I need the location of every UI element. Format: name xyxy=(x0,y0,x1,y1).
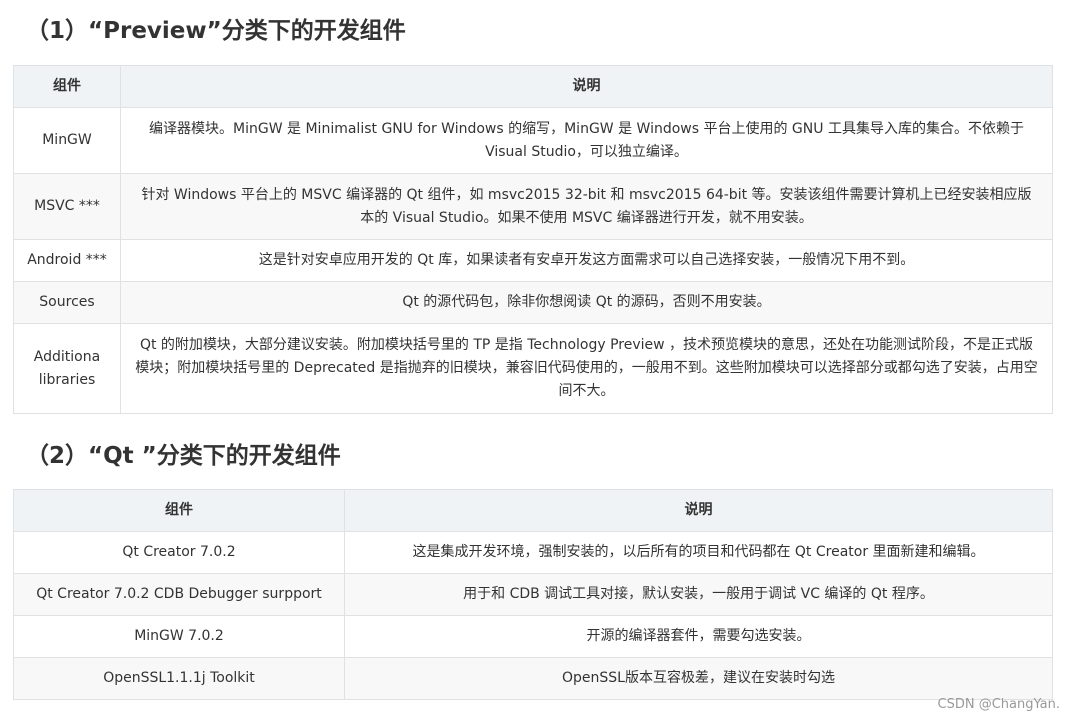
component-description: 用于和 CDB 调试工具对接，默认安装，一般用于调试 VC 编译的 Qt 程序。 xyxy=(344,573,1053,616)
component-name: OpenSSL1.1.1j Toolkit xyxy=(13,657,345,700)
component-name: Qt Creator 7.0.2 xyxy=(13,531,345,574)
component-description: OpenSSL版本互容极差，建议在安装时勾选 xyxy=(344,657,1053,700)
component-name: Sources xyxy=(13,281,121,324)
component-name: Additiona libraries xyxy=(13,323,121,414)
table-row: Qt Creator 7.0.2 这是集成开发环境，强制安装的，以后所有的项目和… xyxy=(13,531,1053,574)
component-name: MSVC *** xyxy=(13,173,121,240)
component-name: MinGW xyxy=(13,107,121,174)
table-row: Qt Creator 7.0.2 CDB Debugger surpport 用… xyxy=(13,573,1053,616)
section1-title: （1）“Preview”分类下的开发组件 xyxy=(26,18,406,44)
component-name: Android *** xyxy=(13,239,121,282)
preview-components-table: 组件 说明 MinGW 编译器模块。MinGW 是 Minimalist GNU… xyxy=(13,65,1053,414)
component-description: 这是针对安卓应用开发的 Qt 库，如果读者有安卓开发这方面需求可以自己选择安装，… xyxy=(120,239,1053,282)
table-row: MinGW 7.0.2 开源的编译器套件，需要勾选安装。 xyxy=(13,615,1053,658)
table-header-row: 组件 说明 xyxy=(13,65,1053,108)
watermark: CSDN @ChangYan. xyxy=(937,697,1060,712)
column-header-description: 说明 xyxy=(120,65,1053,108)
table-row: Android *** 这是针对安卓应用开发的 Qt 库，如果读者有安卓开发这方… xyxy=(13,239,1053,282)
table-row: MinGW 编译器模块。MinGW 是 Minimalist GNU for W… xyxy=(13,107,1053,174)
section2-title: （2）“Qt ”分类下的开发组件 xyxy=(26,443,341,469)
table-header-row: 组件 说明 xyxy=(13,489,1053,532)
component-description: Qt 的附加模块，大部分建议安装。附加模块括号里的 TP 是指 Technolo… xyxy=(120,323,1053,414)
column-header-component: 组件 xyxy=(13,489,345,532)
table-row: Additiona libraries Qt 的附加模块，大部分建议安装。附加模… xyxy=(13,323,1053,414)
table-row: MSVC *** 针对 Windows 平台上的 MSVC 编译器的 Qt 组件… xyxy=(13,173,1053,240)
table-row: OpenSSL1.1.1j Toolkit OpenSSL版本互容极差，建议在安… xyxy=(13,657,1053,700)
table-row: Sources Qt 的源代码包，除非你想阅读 Qt 的源码，否则不用安装。 xyxy=(13,281,1053,324)
column-header-component: 组件 xyxy=(13,65,121,108)
component-description: 编译器模块。MinGW 是 Minimalist GNU for Windows… xyxy=(120,107,1053,174)
component-description: 针对 Windows 平台上的 MSVC 编译器的 Qt 组件，如 msvc20… xyxy=(120,173,1053,240)
component-name: Qt Creator 7.0.2 CDB Debugger surpport xyxy=(13,573,345,616)
qt-components-table: 组件 说明 Qt Creator 7.0.2 这是集成开发环境，强制安装的，以后… xyxy=(13,489,1053,700)
component-name: MinGW 7.0.2 xyxy=(13,615,345,658)
column-header-description: 说明 xyxy=(344,489,1053,532)
component-description: 开源的编译器套件，需要勾选安装。 xyxy=(344,615,1053,658)
component-description: Qt 的源代码包，除非你想阅读 Qt 的源码，否则不用安装。 xyxy=(120,281,1053,324)
component-description: 这是集成开发环境，强制安装的，以后所有的项目和代码都在 Qt Creator 里… xyxy=(344,531,1053,574)
